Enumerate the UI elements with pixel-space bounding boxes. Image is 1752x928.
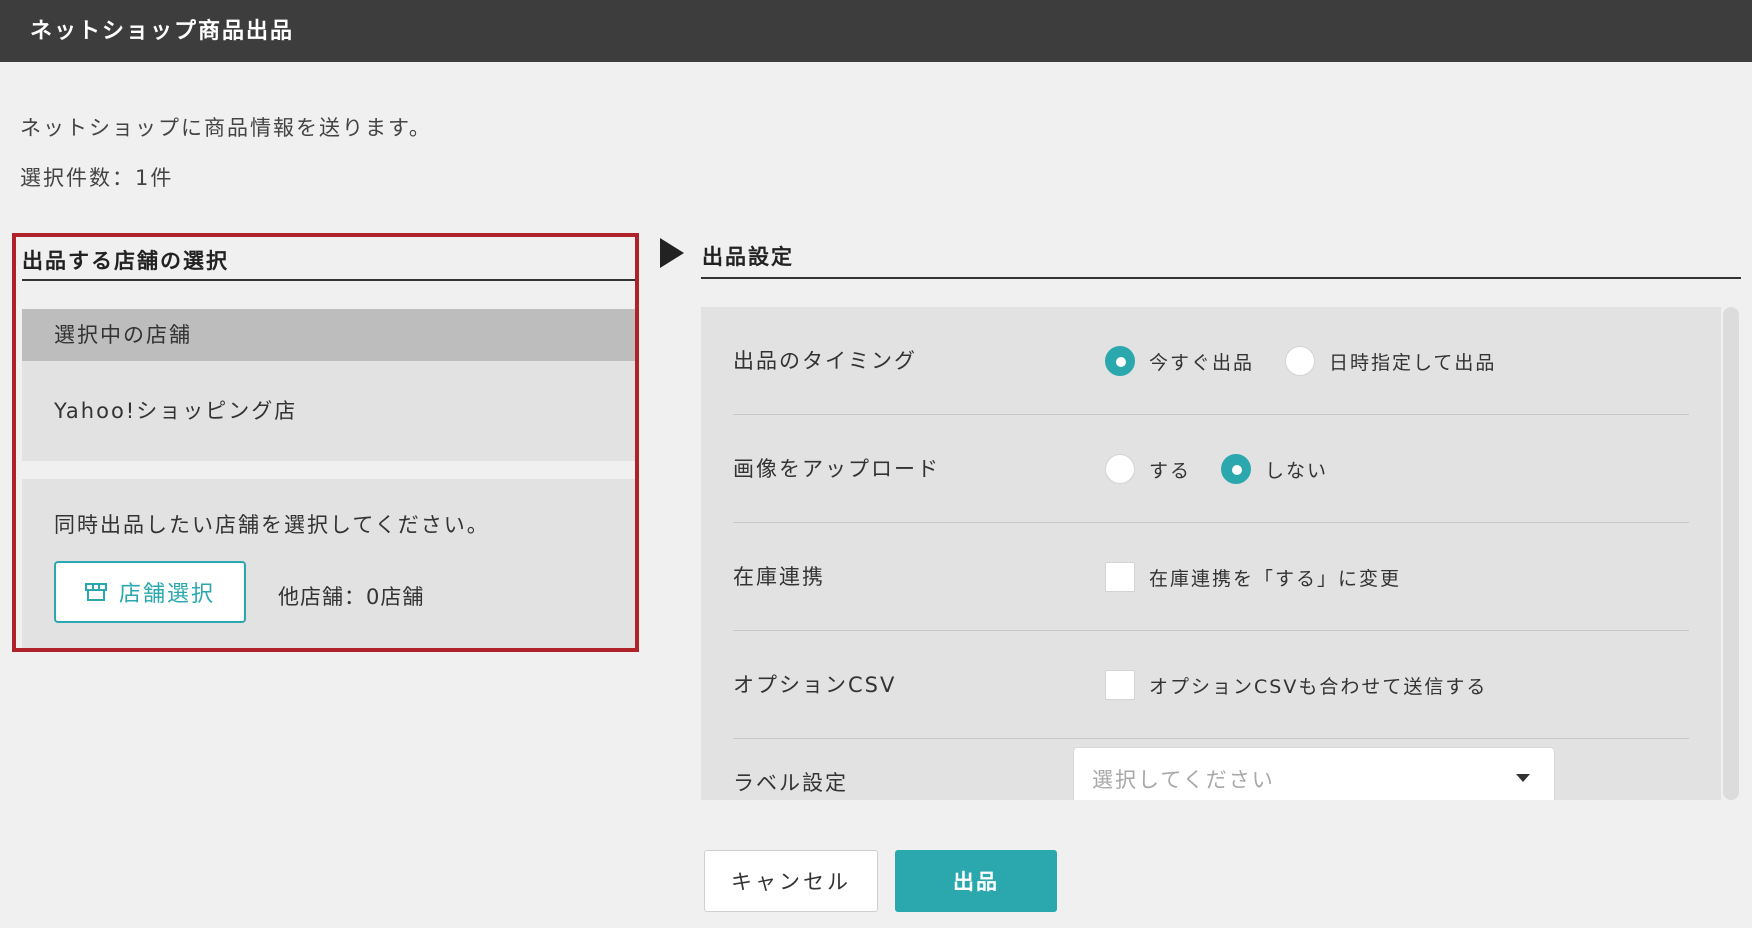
image-upload-no-label: しない	[1265, 459, 1329, 482]
label-setting-select[interactable]: 選択してください	[1073, 747, 1555, 800]
timing-now-radio[interactable]	[1105, 346, 1135, 376]
image-upload-yes-label: する	[1149, 459, 1192, 482]
settings-scrollbar[interactable]	[1723, 307, 1739, 800]
dialog-title: ネットショップ商品出品	[0, 0, 1752, 62]
current-store-header: 選択中の店舗	[22, 309, 635, 361]
cancel-button[interactable]: キャンセル	[704, 850, 878, 912]
settings-section-divider	[701, 277, 1741, 279]
option-csv-label: オプションCSV	[733, 673, 897, 697]
timing-label: 出品のタイミング	[733, 349, 917, 373]
store-section-divider	[22, 279, 635, 281]
label-setting-placeholder: 選択してください	[1092, 768, 1275, 792]
stock-sync-row: 在庫連携 在庫連携を「する」に変更	[733, 523, 1689, 631]
timing-scheduled-option[interactable]: 日時指定して出品	[1285, 307, 1496, 415]
image-upload-no-option[interactable]: しない	[1221, 415, 1328, 523]
timing-now-label: 今すぐ出品	[1149, 351, 1255, 374]
stock-sync-checkbox-label: 在庫連携を「する」に変更	[1149, 567, 1402, 590]
timing-now-option[interactable]: 今すぐ出品	[1105, 307, 1254, 415]
stock-sync-option[interactable]: 在庫連携を「する」に変更	[1105, 523, 1401, 631]
timing-scheduled-label: 日時指定して出品	[1329, 351, 1497, 374]
store-select-button-label: 店舗選択	[118, 582, 215, 607]
option-csv-option[interactable]: オプションCSVも合わせて送信する	[1105, 631, 1487, 739]
settings-section-title: 出品設定	[702, 245, 794, 269]
stock-sync-label: 在庫連携	[733, 565, 825, 589]
store-section-title: 出品する店舗の選択	[22, 249, 229, 273]
image-upload-row: 画像をアップロード する しない	[733, 415, 1689, 523]
selected-count: 選択件数：1件	[20, 166, 174, 190]
label-setting-label: ラベル設定	[733, 771, 848, 795]
multi-store-prompt: 同時出品したい店舗を選択してください。	[54, 513, 490, 537]
timing-scheduled-radio[interactable]	[1285, 346, 1315, 376]
image-upload-label: 画像をアップロード	[733, 457, 940, 481]
multi-store-box: 同時出品したい店舗を選択してください。 店舗選択 他店舗：0店舗	[22, 479, 635, 648]
image-upload-yes-radio[interactable]	[1105, 454, 1135, 484]
other-store-count: 他店舗：0店舗	[278, 585, 425, 609]
store-selection-panel: 出品する店舗の選択 選択中の店舗 Yahoo!ショッピング店 同時出品したい店舗…	[12, 233, 639, 652]
chevron-down-icon	[1516, 774, 1530, 782]
settings-panel[interactable]: 出品のタイミング 今すぐ出品 日時指定して出品 画像をアップロード する しない…	[701, 307, 1721, 800]
timing-row: 出品のタイミング 今すぐ出品 日時指定して出品	[733, 307, 1689, 415]
store-icon	[84, 583, 107, 601]
option-csv-checkbox-label: オプションCSVも合わせて送信する	[1149, 675, 1488, 698]
stock-sync-checkbox[interactable]	[1105, 562, 1135, 592]
option-csv-checkbox[interactable]	[1105, 670, 1135, 700]
store-select-button[interactable]: 店舗選択	[54, 561, 246, 623]
play-triangle-icon	[660, 238, 684, 268]
submit-listing-button[interactable]: 出品	[895, 850, 1057, 912]
current-store-name: Yahoo!ショッピング店	[22, 361, 635, 461]
image-upload-no-radio[interactable]	[1221, 454, 1251, 484]
option-csv-row: オプションCSV オプションCSVも合わせて送信する	[733, 631, 1689, 739]
image-upload-yes-option[interactable]: する	[1105, 415, 1191, 523]
intro-description: ネットショップに商品情報を送ります。	[20, 116, 432, 140]
